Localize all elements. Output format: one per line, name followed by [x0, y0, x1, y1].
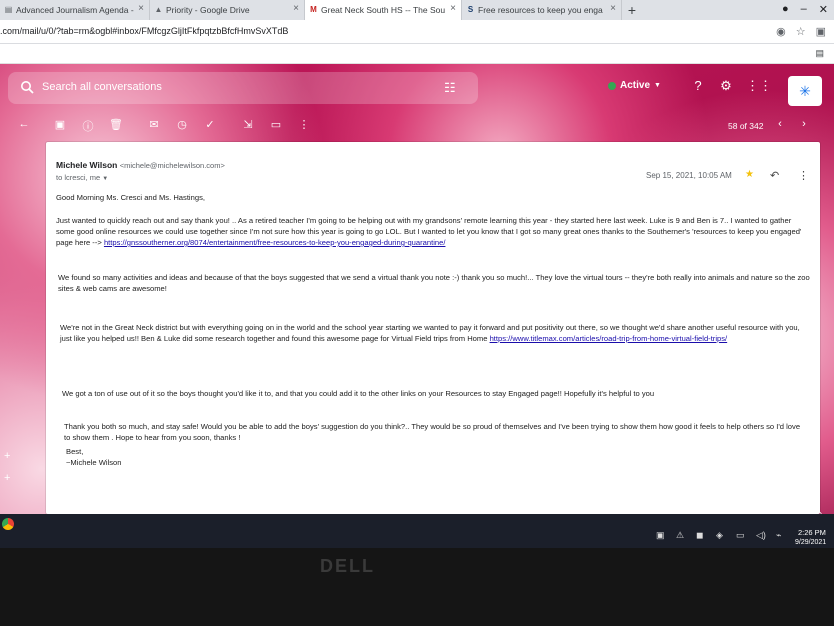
mark-unread-icon[interactable]: ✉ — [146, 118, 162, 131]
minimize-icon[interactable]: – — [801, 3, 807, 16]
clock-time[interactable]: 2:26 PM — [798, 528, 826, 537]
volume-icon[interactable]: ◁) — [756, 530, 766, 541]
back-arrow-icon[interactable]: ← — [16, 118, 32, 130]
star-icon[interactable]: ★ — [745, 169, 754, 180]
paragraph-4: We got a ton of use out of it so the boy… — [62, 389, 655, 398]
tray-app-icon[interactable]: ▣ — [656, 530, 665, 541]
snooze-icon[interactable]: ◷ — [174, 118, 190, 131]
dell-logo: DELL — [320, 556, 375, 576]
os-taskbar — [0, 514, 834, 548]
more-vert-icon[interactable]: ⋮ — [798, 169, 809, 182]
close-window-icon[interactable]: ✕ — [819, 3, 828, 16]
bookmark-star-icon[interactable]: ☆ — [796, 25, 806, 38]
delete-icon[interactable]: 🗑 — [108, 118, 124, 131]
tray-app-icon[interactable]: ⚠ — [676, 530, 684, 541]
search-box[interactable]: Search all conversations ☷ — [8, 72, 478, 104]
extensions-icon[interactable]: ▣ — [816, 25, 826, 38]
sender-line: Michele Wilson <michele@michelewilson.co… — [56, 160, 225, 170]
apps-grid-icon[interactable]: ⋮⋮ — [746, 78, 772, 94]
network-icon[interactable]: ⌁ — [776, 530, 781, 541]
report-spam-icon[interactable]: ⓘ — [80, 118, 96, 134]
close-tab-icon[interactable]: × — [293, 3, 299, 14]
add-task-icon[interactable]: ✓ — [202, 118, 218, 131]
message-toolbar: ← ▣ ⓘ 🗑 ✉ ◷ ✓ ⇲ ▭ ⋮ 58 of 342 ‹ › — [0, 112, 834, 142]
sender-name[interactable]: Michele Wilson — [56, 160, 117, 170]
reply-icon[interactable]: ↶ — [770, 169, 779, 182]
tab-agenda[interactable]: ▤ Advanced Journalism Agenda - × — [0, 0, 150, 20]
battery-icon[interactable]: ▭ — [736, 530, 745, 541]
add-plus-icon[interactable]: + — [4, 450, 10, 462]
tray-app-icon[interactable]: ◈ — [716, 530, 723, 541]
chrome-app-icon[interactable] — [2, 518, 14, 530]
paragraph-3: We're not in the Great Neck district but… — [60, 323, 800, 343]
doc-icon: ▤ — [4, 5, 13, 14]
gear-icon[interactable]: ⚙ — [718, 78, 734, 94]
tray-app-icon[interactable]: ◼ — [696, 530, 703, 541]
paragraph-1: Just wanted to quickly reach out and say… — [56, 216, 802, 247]
address-bar[interactable]: .com/mail/u/0/?tab=rm&ogbl#inbox/FMfcgzG… — [0, 20, 834, 44]
pager-count: 58 of 342 — [728, 121, 764, 131]
tab-resources[interactable]: S Free resources to keep you enga × — [462, 0, 622, 20]
recipients-line[interactable]: to lcresci, me ▼ — [56, 173, 108, 182]
move-to-icon[interactable]: ⇲ — [240, 118, 256, 131]
greeting: Good Morning Ms. Cresci and Ms. Hastings… — [56, 193, 205, 202]
account-avatar[interactable]: ✳ — [788, 76, 822, 106]
active-dot-icon — [608, 81, 616, 90]
add-plus-icon[interactable]: + — [4, 472, 10, 484]
message-date: Sep 15, 2021, 10:05 AM — [646, 171, 732, 180]
reading-list-icon[interactable]: ▤ — [815, 48, 824, 59]
eye-icon[interactable]: ◉ — [776, 25, 786, 38]
signature: ~Michele Wilson — [66, 458, 122, 467]
status-selector[interactable]: Active ▼ — [608, 80, 661, 91]
monitor-bezel — [0, 548, 834, 626]
close-tab-icon[interactable]: × — [138, 3, 144, 14]
tab-gmail[interactable]: M Great Neck South HS -- The Sou × — [305, 0, 462, 20]
sender-email: <michele@michelewilson.com> — [119, 161, 225, 170]
virtual-field-trips-link[interactable]: https://www.titlemax.com/articles/road-t… — [490, 334, 728, 343]
gmail-header: Search all conversations ☷ Active ▼ ? ⚙ … — [0, 64, 834, 112]
paragraph-2: We found so many activities and ideas an… — [58, 273, 810, 293]
paragraph-5: Thank you both so much, and stay safe! W… — [64, 422, 801, 442]
help-icon[interactable]: ? — [690, 78, 706, 94]
older-chevron-icon[interactable]: › — [796, 118, 812, 130]
new-tab-button[interactable]: + — [622, 0, 642, 20]
search-icon — [21, 81, 34, 94]
search-options-icon[interactable]: ☷ — [444, 80, 456, 96]
caret-down-icon: ▼ — [654, 82, 661, 89]
closing: Best, — [66, 447, 84, 456]
southerner-resources-link[interactable]: https://gnssoutherner.org/8074/entertain… — [104, 238, 446, 247]
clock-date[interactable]: 9/29/2021 — [795, 539, 826, 546]
screen: ▤ Advanced Journalism Agenda - × ▲ Prior… — [0, 0, 834, 548]
more-options-icon[interactable]: ⋮ — [296, 118, 312, 131]
bookmarks-bar: ▤ — [0, 44, 834, 64]
profile-icon[interactable]: ● — [782, 3, 789, 16]
label-icon[interactable]: ▭ — [268, 118, 284, 131]
site-icon: S — [467, 5, 474, 14]
close-tab-icon[interactable]: × — [610, 3, 616, 14]
archive-icon[interactable]: ▣ — [52, 118, 68, 131]
search-input[interactable]: Search all conversations — [42, 81, 162, 93]
tab-drive[interactable]: ▲ Priority - Google Drive × — [150, 0, 305, 20]
newer-chevron-icon[interactable]: ‹ — [772, 118, 788, 130]
drive-icon: ▲ — [154, 5, 163, 14]
message-panel: Michele Wilson <michele@michelewilson.co… — [46, 142, 820, 514]
details-caret-icon[interactable]: ▼ — [102, 176, 108, 182]
browser-tab-bar: ▤ Advanced Journalism Agenda - × ▲ Prior… — [0, 0, 834, 20]
url-text[interactable]: .com/mail/u/0/?tab=rm&ogbl#inbox/FMfcgzG… — [0, 26, 288, 36]
close-tab-icon[interactable]: × — [450, 3, 456, 14]
gmail-icon: M — [310, 5, 317, 14]
